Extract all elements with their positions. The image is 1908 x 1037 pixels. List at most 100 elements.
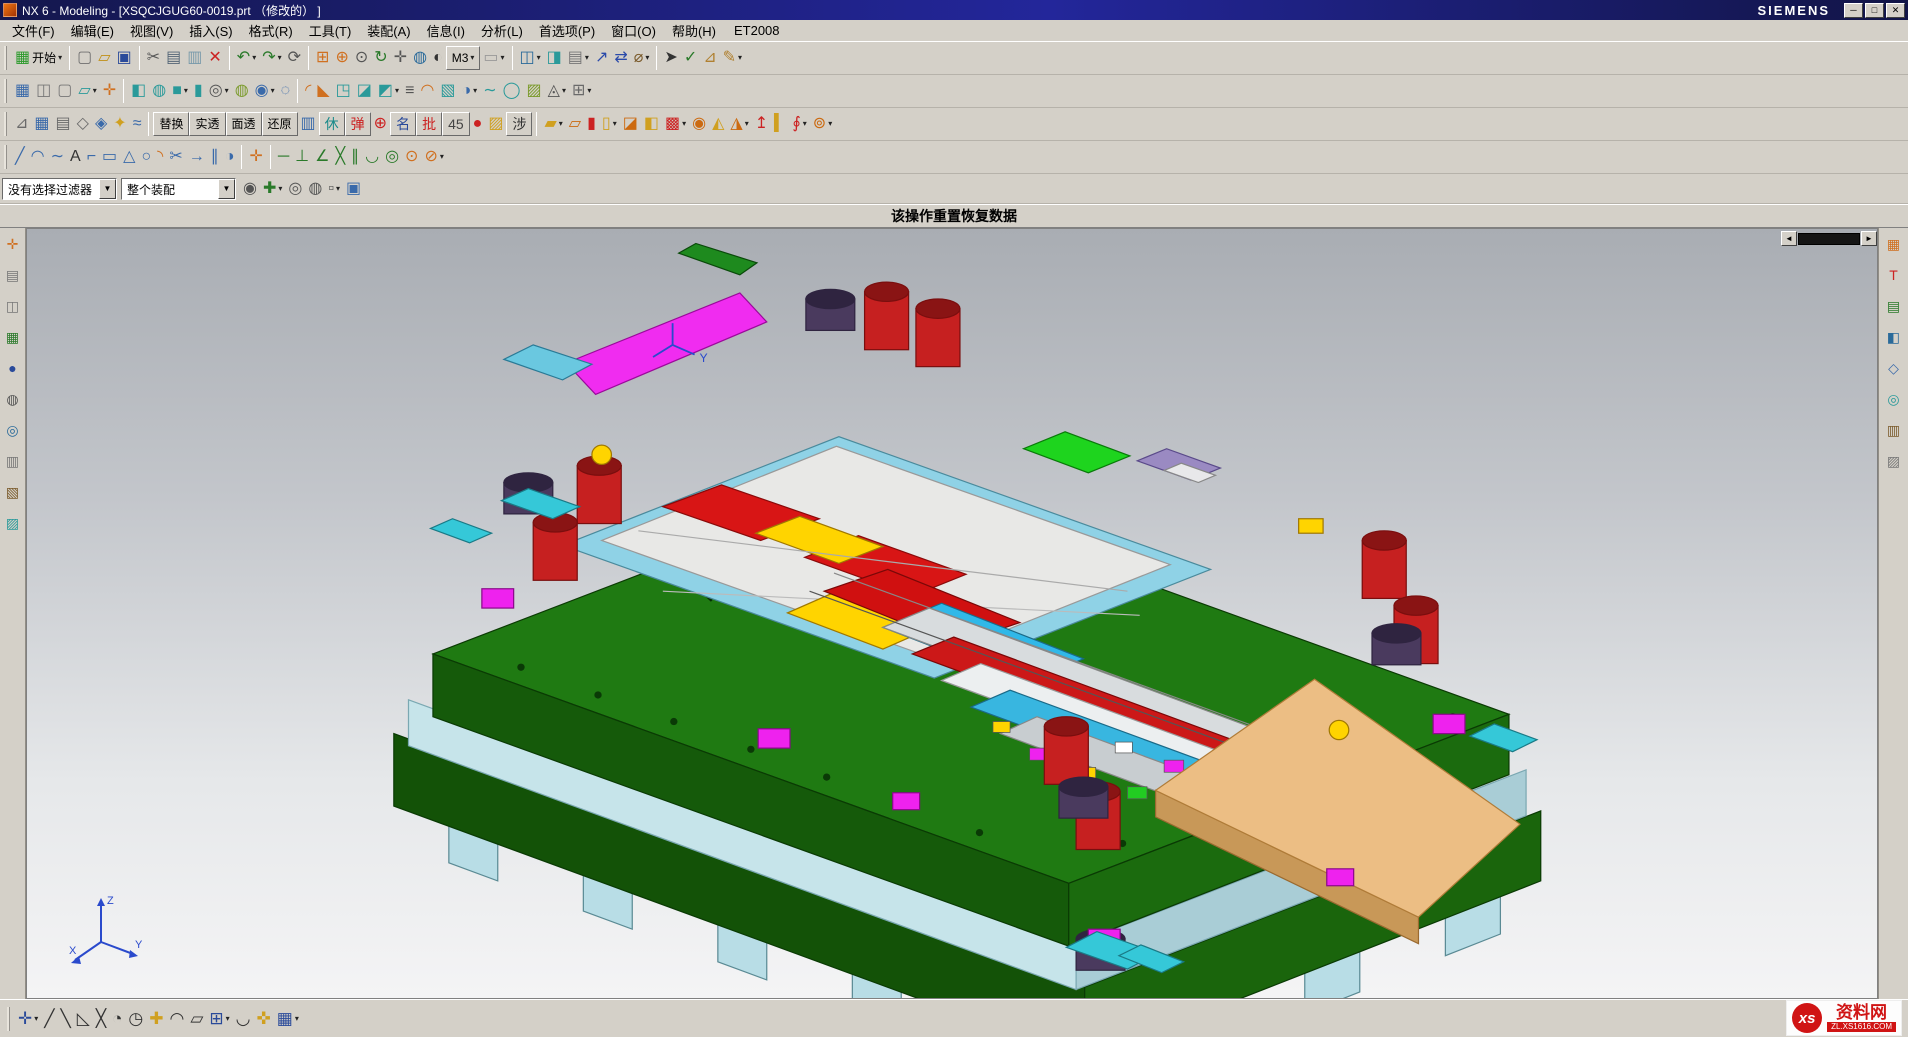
solid-translucency-button[interactable]: 实透 [189,112,225,136]
select-cursor-icon[interactable]: ➤ [661,45,680,72]
point-on-surface-icon[interactable]: ▱ [187,1005,206,1032]
text-icon[interactable]: A [67,144,84,171]
layout-icon[interactable]: ◫ [33,78,54,105]
roles-icon[interactable]: ▨ [2,512,24,534]
extend-icon[interactable]: → [186,144,208,171]
patch-icon[interactable]: ▧ [437,78,458,105]
report-icon[interactable]: ▤ ▾ [565,45,592,72]
sweep-icon[interactable]: ∼ [480,78,499,105]
undo-icon[interactable]: ↶ ▾ [234,45,259,72]
refresh-icon[interactable]: ⟳ [285,45,304,72]
menu-assembly[interactable]: 装配(A) [359,19,418,42]
point-tool-icon[interactable]: ✛ [246,144,265,171]
line-icon[interactable]: ╱ [12,144,28,171]
hd3d-icon[interactable]: ◍ [2,388,24,410]
ellipse-icon[interactable]: ○ [138,144,154,171]
pad-tool-icon[interactable]: ◧ [641,111,662,138]
wave-link-icon[interactable]: ◨ [544,45,565,72]
tube-icon[interactable]: ◯ [500,78,524,105]
part-navigator-tab-icon[interactable]: ▤ [1883,295,1905,317]
die-base-icon[interactable]: ▱ [566,111,584,138]
trim-tool-icon[interactable]: ◭ [709,111,727,138]
new-file-icon[interactable]: ▢ [74,45,95,72]
flash-icon[interactable]: ✦ [110,111,129,138]
strip-layout-icon[interactable]: ▰ ▾ [541,111,565,138]
render-style-button[interactable]: M3 ▾ [446,46,481,70]
more-tools-icon[interactable]: ⊞ ▾ [569,78,594,105]
redo-icon[interactable]: ↷ ▾ [259,45,284,72]
hd3d-tab-icon[interactable]: ◇ [1883,357,1905,379]
menu-tools[interactable]: 工具(T) [301,19,360,42]
snap-point-icon[interactable]: ✛ ▾ [15,1005,41,1032]
die-insert-icon[interactable]: ▯ ▾ [599,111,620,138]
eye-icon[interactable]: ◎ [285,175,305,202]
cam-tool-icon[interactable]: ◪ [620,111,641,138]
selection-filter-combo[interactable]: 没有选择过滤器 ▼ [2,178,117,200]
wave-geometry-icon[interactable]: ≈ [130,111,145,138]
scroll-right-icon[interactable]: ► [1861,231,1877,246]
constraint-cross-icon[interactable]: ╳ [332,144,348,171]
toolbar-drag-handle[interactable] [4,79,8,103]
menu-window[interactable]: 窗口(O) [603,19,664,42]
assembly-navigator-icon[interactable]: ▤ [2,264,24,286]
center-mark-button[interactable]: ⊕ [371,111,390,138]
reuse-library-icon[interactable]: ● [2,357,24,379]
view-window-icon[interactable]: ▢ [54,78,75,105]
trim-body-icon[interactable]: ◪ [354,78,375,105]
lifter-icon[interactable]: ↥ [752,111,771,138]
rectangle-select-icon[interactable]: ▫ ▾ [325,175,343,202]
restore-button[interactable]: 还原 [262,112,298,136]
menu-et2008[interactable]: ET2008 [724,21,790,40]
assembly-navigator-tab-icon[interactable]: ▦ [1883,233,1905,255]
web-browser-tab-icon[interactable]: ◎ [1883,388,1905,410]
offset-icon[interactable]: ≡ [402,78,417,105]
spring-button[interactable]: 弹 [345,112,371,136]
circle-trim-icon[interactable]: ⊘ ▾ [421,144,446,171]
ruler-icon[interactable]: ⊿ [700,45,719,72]
boss-icon[interactable]: ◍ [232,78,252,105]
pan-icon[interactable]: ✛ [391,45,410,72]
scroll-left-icon[interactable]: ◄ [1781,231,1797,246]
internet-icon[interactable]: ◎ [2,419,24,441]
graphics-viewport[interactable]: Y Z X Y ◄ ► [26,228,1878,999]
close-button[interactable]: ✕ [1886,3,1905,18]
history-icon[interactable]: ▥ [2,450,24,472]
arc-icon[interactable]: ◠ [28,144,48,171]
cad-model[interactable]: Y [27,229,1877,998]
open-icon[interactable]: ▱ [95,45,113,72]
wireframe-icon[interactable]: ◇ [74,111,92,138]
pierce-icon[interactable]: ◉ [689,111,709,138]
replace-button[interactable]: 替换 [153,112,189,136]
control-point-icon[interactable]: ◺ [74,1005,93,1032]
part-navigator-icon[interactable]: ▦ [2,326,24,348]
history-tab-icon[interactable]: ▥ [1883,419,1905,441]
end-point-icon[interactable]: ╱ [41,1005,57,1032]
constraint-tab-icon[interactable]: T [1883,264,1905,286]
toolbar-drag-handle[interactable] [4,112,8,136]
emboss-icon[interactable]: ▨ [524,78,545,105]
polygon-icon[interactable]: △ [120,144,138,171]
quadrant-point-icon[interactable]: ◷ [125,1005,146,1032]
datum-plane-icon[interactable]: ▱ ▾ [75,78,99,105]
name-button[interactable]: 名 [390,112,416,136]
chamfer-45-button[interactable]: 45 [442,112,470,136]
constraint-vertical-icon[interactable]: ⊥ [292,144,312,171]
mirror-curve-icon[interactable]: ◑ [222,144,238,171]
spring-tool-icon[interactable]: ∮ ▾ [789,111,809,138]
toolbar-drag-handle[interactable] [4,46,8,70]
snap-check-icon[interactable]: ✓ [681,45,700,72]
menu-insert[interactable]: 插入(S) [181,19,240,42]
intersection-icon[interactable]: ╳ [93,1005,109,1032]
fillet-icon[interactable]: ◝ [154,144,166,171]
shell-icon[interactable]: ◳ [333,78,354,105]
cylinder-icon[interactable]: ▮ [191,78,206,105]
face-translucency-button[interactable]: 面透 [226,112,262,136]
materials-icon[interactable]: ▧ [2,481,24,503]
split-body-icon[interactable]: ◩ ▾ [375,78,402,105]
batch-button[interactable]: 批 [416,112,442,136]
punch-insert-icon[interactable]: ▮ [584,111,599,138]
bounded-grid-icon[interactable]: ⊞ ▾ [206,1005,232,1032]
find-component-icon[interactable]: ◉ [240,175,260,202]
snapshot-icon[interactable]: ◍ [305,175,325,202]
zoom-icon[interactable]: ⊕ [332,45,351,72]
